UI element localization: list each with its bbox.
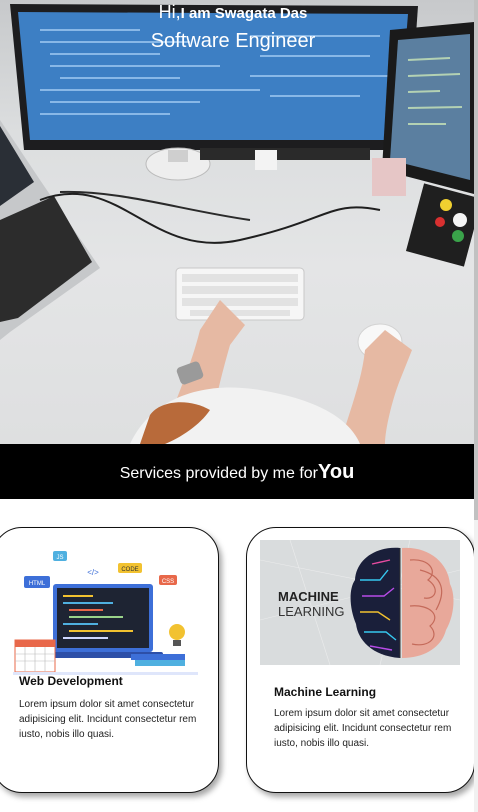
services-heading-text: Services provided by me for — [119, 465, 318, 482]
ml-image-line2: LEARNING — [278, 604, 344, 619]
greeting-line: Hi,I am Swagata Das — [0, 2, 466, 24]
page-scrollbar[interactable] — [474, 0, 478, 812]
card-title-web-development: Web Development — [19, 674, 123, 688]
services-heading: Services provided by me forYou — [0, 461, 474, 485]
job-title: Software Engineer — [150, 30, 316, 52]
tag-code-brackets: </> — [87, 568, 99, 577]
tag-css: CSS — [162, 579, 174, 585]
tag-js: JS — [56, 555, 63, 561]
services-heading-emphasis: You — [318, 461, 355, 483]
ml-image-line1: MACHINE — [278, 589, 339, 604]
machine-learning-illustration: MACHINE LEARNING — [260, 540, 460, 665]
card-title-machine-learning: Machine Learning — [274, 685, 377, 699]
service-card-machine-learning[interactable]: MACHINE LEARNING Machine Learning Lorem … — [246, 527, 475, 793]
hero-banner: Hi,I am Swagata Das Software Engineer — [0, 0, 474, 444]
card-description-machine-learning: Lorem ipsum dolor sit amet consectetur a… — [274, 708, 452, 749]
tag-html: HTML — [29, 581, 46, 587]
author-name: I am Swagata Das — [180, 5, 308, 22]
greeting-prefix: Hi, — [158, 2, 181, 22]
scrollbar-thumb[interactable] — [474, 0, 478, 520]
services-heading-bar: Services provided by me forYou — [0, 444, 474, 499]
service-card-web-development[interactable]: JS </> CODE HTML CSS Web Development Lor… — [0, 527, 219, 793]
card-description-web-development: Lorem ipsum dolor sit amet consectetur a… — [19, 699, 197, 740]
web-development-illustration: JS </> CODE HTML CSS — [13, 551, 198, 675]
hero-photo-desk — [0, 4, 474, 444]
tag-code: CODE — [121, 567, 138, 573]
